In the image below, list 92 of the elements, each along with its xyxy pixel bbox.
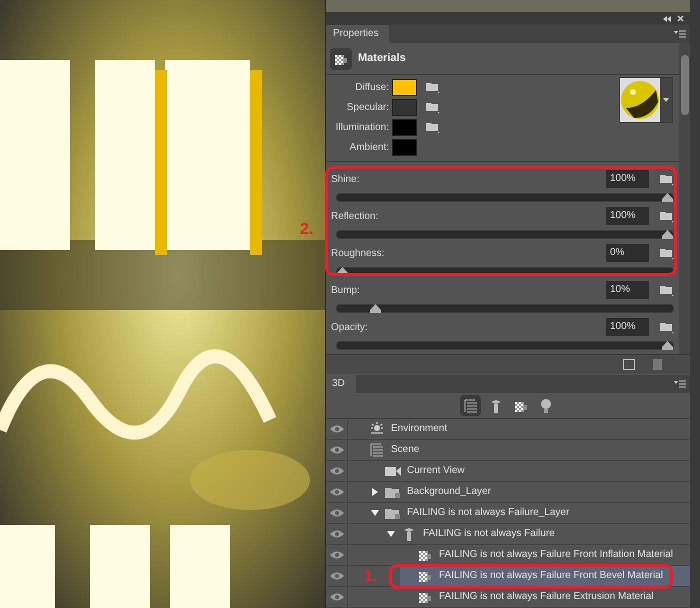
eye-icon[interactable] bbox=[328, 424, 344, 434]
slider-track[interactable] bbox=[336, 230, 674, 239]
slider-thumb[interactable] bbox=[662, 193, 673, 202]
filter-button[interactable] bbox=[460, 395, 481, 416]
slider-track[interactable] bbox=[336, 341, 674, 350]
color-swatch[interactable] bbox=[392, 78, 417, 96]
eye-icon[interactable] bbox=[328, 487, 344, 497]
tree-item-label: FAILING is not always Failure bbox=[422, 528, 555, 540]
tree-item-label: FAILING is not always Failure_Layer bbox=[406, 507, 570, 519]
folder-icon[interactable] bbox=[659, 320, 675, 334]
tree-item-label: Background_Layer bbox=[406, 486, 491, 498]
value-field[interactable]: 10% bbox=[606, 281, 649, 299]
folder-icon[interactable] bbox=[425, 80, 441, 94]
folder-icon bbox=[384, 506, 402, 520]
tree-item-label: Scene bbox=[390, 444, 420, 456]
eye-icon[interactable] bbox=[328, 529, 344, 539]
folder-icon[interactable] bbox=[425, 120, 441, 134]
tree-row[interactable]: FAILING is not always Failure Front Inflation Material bbox=[400, 545, 690, 565]
tree-row[interactable]: FAILING is not always Failure bbox=[384, 524, 690, 544]
folder-icon[interactable] bbox=[659, 283, 675, 297]
hierarchy-icon bbox=[462, 398, 478, 412]
color-swatch[interactable] bbox=[392, 98, 417, 116]
tree-item-label: FAILING is not always Failure Front Inflation Material bbox=[438, 549, 673, 561]
mesh-icon bbox=[490, 398, 502, 412]
dropdown-arrow-icon[interactable] bbox=[663, 98, 669, 102]
folder-icon[interactable] bbox=[659, 246, 675, 260]
material-icon bbox=[418, 548, 432, 562]
slider-label: Shine: bbox=[331, 172, 360, 186]
color-swatch[interactable] bbox=[392, 118, 417, 136]
close-icon[interactable] bbox=[677, 15, 684, 22]
folder-icon[interactable] bbox=[659, 172, 675, 186]
camera-icon bbox=[384, 465, 402, 477]
annotation-label: 2. bbox=[300, 222, 314, 238]
expanded-arrow-icon[interactable] bbox=[371, 509, 379, 517]
tree-row[interactable]: Environment bbox=[352, 419, 690, 439]
menu-icon[interactable] bbox=[674, 380, 686, 388]
swatch-label: Ambient: bbox=[348, 140, 390, 154]
slider-thumb[interactable] bbox=[370, 304, 380, 313]
swatch-label: Illumination: bbox=[334, 120, 390, 134]
tree-row[interactable]: FAILING is not always Failure Extrusion Material bbox=[400, 587, 690, 607]
material-icon-button[interactable] bbox=[330, 48, 352, 70]
eye-icon[interactable] bbox=[328, 571, 344, 581]
eye-icon[interactable] bbox=[328, 592, 344, 602]
mesh-icon bbox=[403, 527, 415, 541]
slider-thumb[interactable] bbox=[662, 230, 673, 239]
value-field[interactable]: 100% bbox=[606, 207, 649, 225]
tree-row[interactable]: Current View bbox=[368, 461, 690, 481]
folder-icon[interactable] bbox=[425, 100, 441, 114]
panel-tab[interactable]: 3D bbox=[326, 375, 356, 393]
eye-icon[interactable] bbox=[328, 508, 344, 518]
menu-icon[interactable] bbox=[674, 30, 686, 38]
slider-label: Opacity: bbox=[331, 320, 369, 334]
material-preview[interactable] bbox=[619, 77, 673, 123]
panel-heading: Materials bbox=[358, 51, 406, 66]
tree-row[interactable]: Background_Layer bbox=[368, 482, 690, 502]
slider-track[interactable] bbox=[336, 304, 674, 313]
expanded-arrow-icon[interactable] bbox=[387, 530, 395, 538]
eye-icon[interactable] bbox=[328, 466, 344, 476]
scrollbar[interactable] bbox=[679, 43, 690, 354]
material-icon bbox=[418, 569, 432, 583]
tree-item-label: Current View bbox=[406, 465, 465, 477]
value-field[interactable]: 100% bbox=[606, 170, 649, 188]
value-field[interactable]: 0% bbox=[606, 244, 649, 262]
folder-icon[interactable] bbox=[659, 209, 675, 223]
folder-icon bbox=[384, 486, 402, 498]
slider-label: Reflection: bbox=[331, 210, 380, 224]
tree-row[interactable]: Scene bbox=[352, 440, 690, 460]
material-icon bbox=[418, 590, 432, 604]
tree-item-label: FAILING is not always Failure Front Bevel Material bbox=[438, 570, 663, 582]
eye-icon[interactable] bbox=[328, 550, 344, 560]
value-field[interactable]: 100% bbox=[606, 318, 649, 336]
color-swatch[interactable] bbox=[392, 138, 417, 156]
swatch-label: Specular: bbox=[346, 100, 390, 114]
slider-label: Roughness: bbox=[331, 246, 386, 260]
bulb-icon[interactable] bbox=[540, 398, 552, 414]
tree-row[interactable]: FAILING is not always Failure_Layer bbox=[368, 503, 690, 523]
hierarchy-icon bbox=[369, 443, 385, 457]
tree-row[interactable]: FAILING is not always Failure Front Bevel Material bbox=[400, 566, 690, 586]
sun-icon bbox=[369, 422, 385, 436]
collapse-icon[interactable] bbox=[663, 16, 671, 22]
annotation-label: 1. bbox=[364, 569, 378, 585]
eye-icon[interactable] bbox=[328, 445, 344, 455]
render-icon[interactable] bbox=[623, 359, 635, 370]
tree-item-label: Environment bbox=[390, 423, 448, 435]
swatch-label: Diffuse: bbox=[354, 80, 390, 94]
slider-track[interactable] bbox=[336, 193, 674, 202]
collapsed-arrow-icon[interactable] bbox=[371, 488, 379, 496]
panel-tab[interactable]: Properties bbox=[326, 25, 389, 43]
tree-item-label: FAILING is not always Failure Extrusion Material bbox=[438, 591, 654, 603]
sphere-icon bbox=[620, 78, 660, 122]
slider-label: Bump: bbox=[331, 284, 361, 298]
slider-thumb[interactable] bbox=[662, 341, 673, 350]
